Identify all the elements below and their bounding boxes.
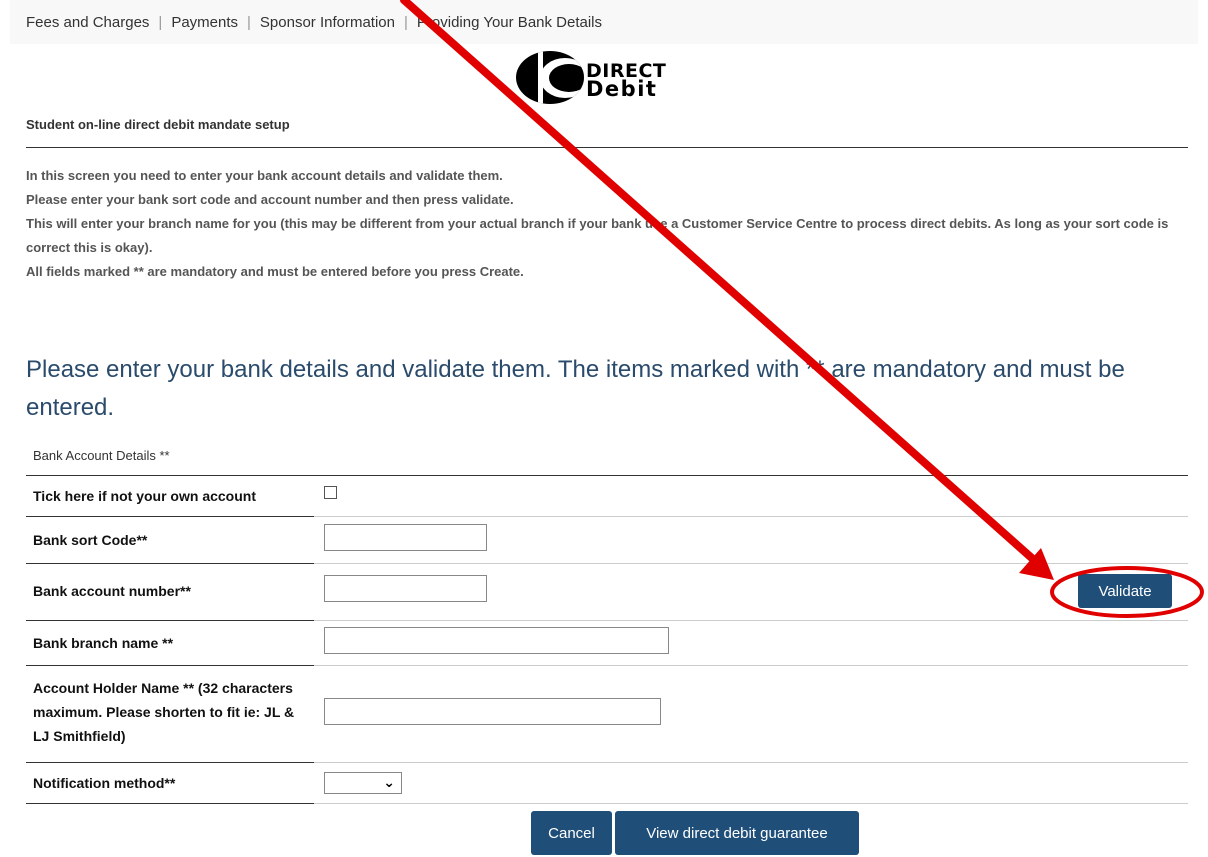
form-row-account-number: Bank account number** Validate [26,564,1188,621]
instruction-line: This will enter your branch name for you… [26,216,1169,255]
nav-link-payments[interactable]: Payments [171,14,238,31]
chevron-down-icon: ⌄ [383,774,395,790]
notification-method-select[interactable]: ⌄ [324,772,402,794]
account-number-label: Bank account number** [33,583,191,599]
account-holder-input[interactable] [324,698,661,725]
setup-title: Student on-line direct debit mandate set… [26,117,290,132]
form-row-branch-name: Bank branch name ** [26,621,1188,666]
nav-link-fees[interactable]: Fees and Charges [26,14,149,31]
account-number-input[interactable] [324,575,487,602]
not-own-account-checkbox[interactable] [324,486,337,499]
direct-debit-logo-mark [516,51,584,104]
form-row-sort-code: Bank sort Code** [26,517,1188,564]
sort-code-input[interactable] [324,524,487,551]
direct-debit-logo: DIRECT Debit [512,51,702,105]
nav-separator: | [247,13,251,31]
validate-button[interactable]: Validate [1078,574,1172,608]
sort-code-label: Bank sort Code** [33,532,148,548]
logo-word-debit: Debit [586,77,658,101]
branch-name-label: Bank branch name ** [33,635,174,651]
page-heading: Please enter your bank details and valid… [26,356,1125,421]
view-guarantee-button[interactable]: View direct debit guarantee [615,811,859,855]
nav-separator: | [158,13,163,31]
cancel-button[interactable]: Cancel [531,811,612,855]
section-label: Bank Account Details ** [33,448,170,463]
account-holder-label: Account Holder Name ** (32 characters ma… [33,680,295,744]
branch-name-input[interactable] [324,627,669,654]
top-navigation: Fees and Charges | Payments | Sponsor In… [10,0,1198,44]
instructions: In this screen you need to enter your ba… [26,164,1196,284]
notification-label: Notification method** [33,775,176,791]
instruction-line: Please enter your bank sort code and acc… [26,192,514,207]
instruction-line: All fields marked ** are mandatory and m… [26,264,524,279]
divider [26,147,1188,148]
instruction-line: In this screen you need to enter your ba… [26,168,503,183]
form-row-account-holder: Account Holder Name ** (32 characters ma… [26,666,1188,763]
form-row-not-own-account: Tick here if not your own account [26,476,1188,517]
nav-link-sponsor[interactable]: Sponsor Information [260,14,395,31]
form-row-notification: Notification method** ⌄ [26,763,1188,804]
nav-link-bank-details[interactable]: Providing Your Bank Details [417,14,602,31]
nav-separator: | [404,13,408,31]
not-own-account-label: Tick here if not your own account [33,488,256,504]
